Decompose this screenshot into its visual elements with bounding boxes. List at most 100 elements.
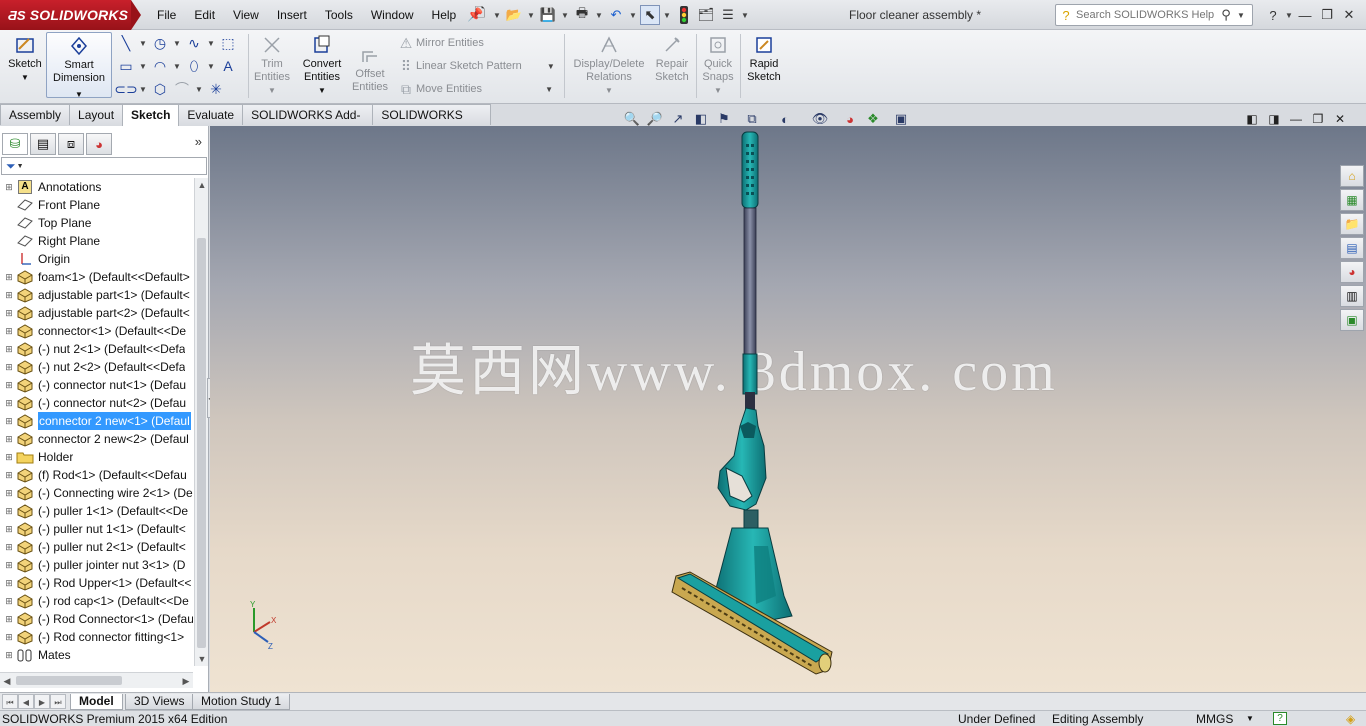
mirror-entities-button[interactable]: ⚠ Mirror Entities: [396, 34, 484, 52]
tree-item[interactable]: ⊞ connector 2 new<2> (Defaul: [0, 430, 193, 448]
options-icon[interactable]: ☰: [718, 5, 738, 25]
undo-icon[interactable]: ↶: [606, 5, 626, 25]
tree-item[interactable]: ⊞ Holder: [0, 448, 193, 466]
ellipse-icon[interactable]: ⬯: [184, 57, 204, 75]
expand-toggle-icon[interactable]: ⊞: [3, 628, 15, 646]
tab-motion-study-1[interactable]: Motion Study 1: [192, 694, 291, 710]
feature-tree-tab-icon[interactable]: ⛁: [2, 133, 28, 155]
file-explorer-icon[interactable]: 📁: [1340, 213, 1364, 235]
circle-dropdown-icon[interactable]: ▼: [172, 39, 182, 48]
fillet-dropdown-icon[interactable]: ▼: [194, 85, 204, 94]
next-tab-icon[interactable]: ▶: [34, 694, 50, 709]
tree-item[interactable]: ⊞ (-) puller nut 1<1> (Default<: [0, 520, 193, 538]
custom-properties-icon[interactable]: ▥: [1340, 285, 1364, 307]
prev-tab-icon[interactable]: ◀: [18, 694, 34, 709]
expand-toggle-icon[interactable]: ⊞: [3, 430, 15, 448]
expand-toggle-icon[interactable]: ⊞: [3, 412, 15, 430]
tree-item[interactable]: ⊞ (-) puller 1<1> (Default<<De: [0, 502, 193, 520]
previous-view-icon[interactable]: ↗: [668, 109, 688, 129]
tab-solidworks-add-ins[interactable]: SOLIDWORKS Add-Ins: [242, 104, 374, 142]
appearances-scenes-icon[interactable]: ◕: [1340, 261, 1364, 283]
tree-item[interactable]: ⊞ adjustable part<2> (Default<: [0, 304, 193, 322]
circle-icon[interactable]: ◷: [150, 34, 170, 52]
slot-dropdown-icon[interactable]: ▼: [138, 85, 148, 94]
slot-icon[interactable]: ⊂⊃: [114, 80, 137, 98]
units-dropdown-icon[interactable]: ▼: [1246, 711, 1254, 726]
text-icon[interactable]: A: [218, 57, 238, 75]
tree-item[interactable]: Front Plane: [0, 196, 193, 214]
trim-entities-button[interactable]: Trim Entities ▼: [252, 32, 292, 97]
scroll-left-icon[interactable]: ◀: [0, 673, 14, 689]
expand-toggle-icon[interactable]: ⊞: [3, 268, 15, 286]
viewport-tile-left-icon[interactable]: ◧: [1244, 112, 1260, 126]
tree-filter-field[interactable]: ⏷ ▼: [1, 157, 207, 175]
tree-vertical-scrollbar[interactable]: ▲ ▼: [194, 178, 208, 666]
search-icon[interactable]: ⚲: [1216, 7, 1236, 23]
tab-solidworks-mbd[interactable]: SOLIDWORKS MBD: [372, 104, 491, 142]
expand-toggle-icon[interactable]: ⊞: [3, 574, 15, 592]
tree-item[interactable]: ⊞ Mates: [0, 646, 193, 664]
tab-model[interactable]: Model: [70, 694, 123, 710]
solidworks-forum-icon[interactable]: ▣: [1340, 309, 1364, 331]
first-tab-icon[interactable]: ⏮: [2, 694, 18, 709]
configuration-manager-tab-icon[interactable]: ⧈: [58, 133, 84, 155]
offset-entities-button[interactable]: Offset Entities: [348, 42, 392, 94]
tab-3d-views[interactable]: 3D Views: [125, 694, 194, 710]
tree-item[interactable]: Origin: [0, 250, 193, 268]
tree-item[interactable]: ⊞ connector 2 new<1> (Defaul: [0, 412, 193, 430]
expand-toggle-icon[interactable]: ⊞: [3, 178, 15, 196]
restore-icon[interactable]: ❐: [1316, 7, 1338, 23]
units-selector[interactable]: MMGS: [1196, 711, 1233, 726]
quick-snaps-dropdown-icon[interactable]: ▼: [700, 84, 736, 97]
expand-toggle-icon[interactable]: ⊞: [3, 394, 15, 412]
menu-tools[interactable]: Tools: [316, 0, 362, 30]
expand-toggle-icon[interactable]: ⊞: [3, 466, 15, 484]
quick-snaps-button[interactable]: Quick Snaps ▼: [700, 32, 736, 97]
tree-item[interactable]: ⊞ (-) rod cap<1> (Default<<De: [0, 592, 193, 610]
menu-help[interactable]: Help: [423, 0, 466, 30]
floor-cleaner-model[interactable]: [660, 126, 850, 692]
tree-item[interactable]: ⊞ connector<1> (Default<<De: [0, 322, 193, 340]
menu-edit[interactable]: Edit: [185, 0, 224, 30]
scroll-down-icon[interactable]: ▼: [195, 652, 209, 666]
arc-dropdown-icon[interactable]: ▼: [172, 62, 182, 71]
tree-horizontal-scrollbar[interactable]: ◀ ▶: [0, 672, 193, 688]
rectangle-dropdown-icon[interactable]: ▼: [138, 62, 148, 71]
close-icon[interactable]: ✕: [1338, 7, 1360, 23]
property-manager-tab-icon[interactable]: ▤: [30, 133, 56, 155]
line-icon[interactable]: ╲: [116, 34, 136, 52]
graphics-area[interactable]: 莫西网www. 3dmox. com Y X Z: [210, 126, 1366, 692]
filter-dropdown-icon[interactable]: ▼: [17, 163, 24, 170]
expand-toggle-icon[interactable]: ⊞: [3, 610, 15, 628]
construction-box-icon[interactable]: ⬚: [218, 34, 238, 52]
hide-show-items-icon[interactable]: 👁: [803, 109, 837, 129]
fillet-icon[interactable]: ⌒: [172, 80, 192, 98]
ellipse-dropdown-icon[interactable]: ▼: [206, 62, 216, 71]
view-palette-icon[interactable]: ▤: [1340, 237, 1364, 259]
relations-dropdown-icon[interactable]: ▼: [568, 84, 650, 97]
smart-dimension-dropdown-icon[interactable]: ▼: [47, 88, 111, 101]
apply-scene-icon[interactable]: ❖: [863, 109, 883, 129]
scroll-right-icon[interactable]: ▶: [179, 673, 193, 689]
undo-dropdown-icon[interactable]: ▼: [628, 11, 638, 20]
rebuild-status-icon[interactable]: ◈: [1346, 711, 1355, 726]
save-dropdown-icon[interactable]: ▼: [560, 11, 570, 20]
tree-item[interactable]: ⊞ (-) Rod connector fitting<1>: [0, 628, 193, 646]
expand-toggle-icon[interactable]: ⊞: [3, 304, 15, 322]
menu-view[interactable]: View: [224, 0, 268, 30]
point-icon[interactable]: ✳: [206, 80, 226, 98]
expand-toggle-icon[interactable]: ⊞: [3, 502, 15, 520]
convert-dropdown-icon[interactable]: ▼: [298, 84, 346, 97]
dynamic-annotation-icon[interactable]: ⚑: [714, 109, 734, 129]
move-dropdown-icon[interactable]: ▼: [544, 85, 554, 94]
tab-assembly[interactable]: Assembly: [0, 104, 71, 125]
polygon-icon[interactable]: ⬡: [150, 80, 170, 98]
expand-toggle-icon[interactable]: ⊞: [3, 340, 15, 358]
tree-item[interactable]: ⊞ (f) Rod<1> (Default<<Defau: [0, 466, 193, 484]
display-style-icon[interactable]: ◐: [770, 109, 800, 129]
rectangle-icon[interactable]: ▭: [116, 57, 136, 75]
scroll-up-icon[interactable]: ▲: [195, 178, 209, 192]
new-document-icon[interactable]: 🗋: [470, 5, 490, 25]
expand-pane-icon[interactable]: »: [195, 134, 202, 149]
view-orientation-icon[interactable]: ⧉: [737, 109, 767, 129]
